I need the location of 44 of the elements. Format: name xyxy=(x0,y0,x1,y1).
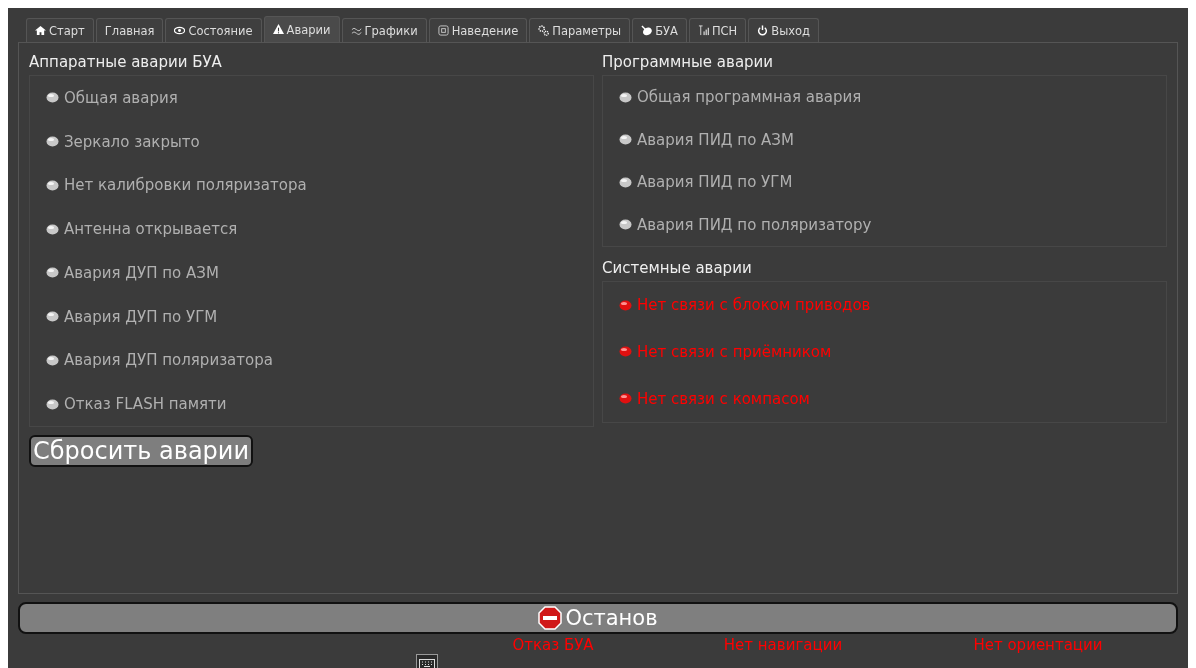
tab[interactable]: Состояние xyxy=(165,18,262,42)
alarm-label: Нет связи с компасом xyxy=(637,389,810,408)
square-icon xyxy=(437,25,449,36)
alarm-label: Нет связи с приёмником xyxy=(637,343,832,361)
gears-icon xyxy=(538,25,550,36)
alarm-label: Антенна открывается xyxy=(64,220,238,239)
signal-icon xyxy=(697,25,709,36)
alarm-label: Отказ FLASH памяти xyxy=(64,395,227,414)
group-title: Программные аварии xyxy=(602,52,775,73)
eye-icon xyxy=(174,25,186,36)
status-warning: Нет ориентации xyxy=(973,636,1103,654)
tab[interactable]: Выход xyxy=(748,18,819,42)
tab[interactable]: Аварии xyxy=(263,16,340,42)
dish-icon xyxy=(641,25,653,36)
stop-button[interactable]: Останов xyxy=(18,602,1178,634)
tab[interactable]: Наведение xyxy=(428,18,528,42)
home-icon xyxy=(35,25,46,36)
alarm-label: Нет связи с блоком приводов xyxy=(637,296,871,315)
stop-sign-icon xyxy=(538,606,563,630)
group-title: Системные аварии xyxy=(602,258,753,279)
alarm-label: Авария ПИД по УГМ xyxy=(637,173,793,192)
alarm-label: Авария ДУП по УГМ xyxy=(64,307,218,326)
wave-icon xyxy=(350,25,362,36)
group-title: Аппаратные аварии БУА xyxy=(29,52,223,73)
alarm-label: Авария ДУП по АЗМ xyxy=(64,263,219,282)
alarm-label: Общая программная авария xyxy=(637,88,862,107)
status-warning: Отказ БУА xyxy=(512,636,594,654)
tab[interactable]: Главная xyxy=(95,18,164,42)
tab[interactable]: БУА xyxy=(632,18,687,42)
alarm-label: Зеркало закрыто xyxy=(64,132,200,151)
status-warning: Нет навигации xyxy=(723,636,843,654)
keyboard-icon[interactable] xyxy=(416,654,438,668)
alarm-label: Авария ПИД по поляризатору xyxy=(637,215,872,234)
warning-icon xyxy=(272,24,284,35)
tab[interactable]: Параметры xyxy=(529,18,631,42)
tab[interactable]: Графики xyxy=(341,18,427,42)
alarm-label: Нет калибровки поляризатора xyxy=(64,176,307,195)
alarm-label: Авария ПИД по АЗМ xyxy=(637,130,794,149)
alarm-label: Общая авария xyxy=(64,88,178,107)
power-icon xyxy=(757,25,769,36)
alarm-label: Авария ДУП поляризатора xyxy=(64,351,273,370)
tab[interactable]: Старт xyxy=(26,18,94,42)
reset-alarms-button[interactable]: Сбросить аварии xyxy=(29,435,253,467)
tab[interactable]: ПСН xyxy=(688,18,747,42)
